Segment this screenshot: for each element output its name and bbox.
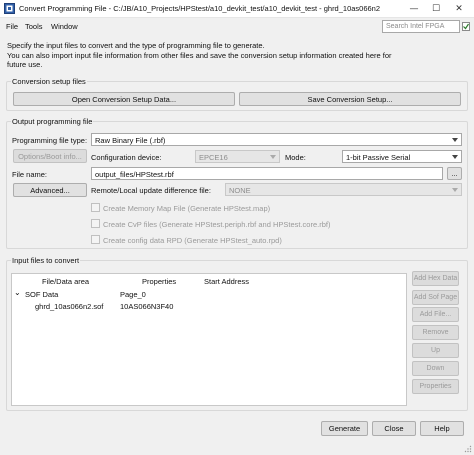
menu-tools[interactable]: Tools <box>25 22 43 31</box>
column-header-properties[interactable]: Properties <box>142 277 176 286</box>
instructions-text: Specify the input files to convert and t… <box>7 41 467 70</box>
instructions-line-3: future use. <box>7 60 43 70</box>
chevron-down-icon <box>452 155 458 159</box>
options-boot-info-button[interactable]: Options/Boot info... <box>13 149 87 163</box>
menu-window[interactable]: Window <box>51 22 78 31</box>
title-bar: Convert Programming File - C:/JB/A10_Pro… <box>0 0 474 18</box>
row-properties: Page_0 <box>120 290 146 299</box>
conversion-setup-title: Conversion setup files <box>11 77 87 86</box>
config-device-value: EPCE16 <box>199 153 228 162</box>
mode-select[interactable]: 1-bit Passive Serial <box>342 150 462 163</box>
close-window-button[interactable]: ✕ <box>451 1 467 17</box>
properties-button[interactable]: Properties <box>412 379 459 394</box>
row-properties: 10AS066N3F40 <box>120 302 174 311</box>
input-files-title: Input files to convert <box>11 256 81 265</box>
column-header-file[interactable]: File/Data area <box>42 277 89 286</box>
memory-map-checkbox[interactable] <box>91 203 100 212</box>
instructions-line-2: You can also import input file informati… <box>7 50 392 60</box>
maximize-button[interactable]: ☐ <box>428 1 444 17</box>
config-rpd-checkbox[interactable] <box>91 235 100 244</box>
add-file-button[interactable]: Add File... <box>412 307 459 322</box>
mode-value: 1-bit Passive Serial <box>346 153 411 162</box>
app-icon <box>4 3 15 14</box>
add-sof-page-button[interactable]: Add Sof Page <box>412 290 459 305</box>
column-header-start-address[interactable]: Start Address <box>204 277 249 286</box>
instructions-line-1: Specify the input files to convert and t… <box>7 41 265 50</box>
output-file-title: Output programming file <box>11 117 94 126</box>
advanced-button[interactable]: Advanced... <box>13 183 87 197</box>
chevron-down-icon <box>270 155 276 159</box>
remote-local-label: Remote/Local update difference file: <box>91 186 211 195</box>
help-button[interactable]: Help <box>420 421 464 436</box>
file-type-value: Raw Binary File (.rbf) <box>95 136 166 145</box>
table-row[interactable]: ghrd_10as066n2.sof 10AS066N3F40 <box>12 300 406 312</box>
expand-chevron-icon[interactable]: ⌄ <box>14 289 21 297</box>
input-files-table[interactable]: File/Data area Properties Start Address … <box>11 273 407 406</box>
chevron-down-icon <box>452 188 458 192</box>
config-device-select[interactable]: EPCE16 <box>195 150 280 163</box>
remote-local-value: NONE <box>229 186 251 195</box>
file-name-input[interactable]: output_files/HPStest.rbf <box>91 167 443 180</box>
close-button[interactable]: Close <box>372 421 416 436</box>
mode-label: Mode: <box>285 153 306 162</box>
config-rpd-label: Create config data RPD (Generate HPStest… <box>103 236 282 245</box>
minimize-button[interactable]: — <box>406 1 422 17</box>
row-name: SOF Data <box>25 290 59 299</box>
file-name-label: File name: <box>12 170 48 179</box>
generate-button[interactable]: Generate <box>321 421 368 436</box>
up-button[interactable]: Up <box>412 343 459 358</box>
add-hex-data-button[interactable]: Add Hex Data <box>412 271 459 286</box>
resize-grip-icon[interactable] <box>464 445 472 453</box>
file-type-label: Programming file type: <box>12 136 88 145</box>
remote-local-select[interactable]: NONE <box>225 183 462 196</box>
chevron-down-icon <box>452 138 458 142</box>
open-conversion-setup-button[interactable]: Open Conversion Setup Data... <box>13 92 235 106</box>
menu-file[interactable]: File <box>6 22 18 31</box>
row-name: ghrd_10as066n2.sof <box>35 302 104 311</box>
down-button[interactable]: Down <box>412 361 459 376</box>
cvp-files-label: Create CvP files (Generate HPStest.perip… <box>103 220 331 229</box>
memory-map-label: Create Memory Map File (Generate HPStest… <box>103 204 271 213</box>
window-title: Convert Programming File - C:/JB/A10_Pro… <box>19 4 381 13</box>
search-input[interactable]: Search Intel FPGA <box>382 20 460 33</box>
config-device-label: Configuration device: <box>91 153 162 162</box>
browse-button[interactable]: ... <box>447 167 462 180</box>
table-row[interactable]: ⌄ SOF Data Page_0 <box>12 288 406 300</box>
save-conversion-setup-button[interactable]: Save Conversion Setup... <box>239 92 461 106</box>
cvp-files-checkbox[interactable] <box>91 219 100 228</box>
file-type-select[interactable]: Raw Binary File (.rbf) <box>91 133 462 146</box>
search-options-icon[interactable] <box>462 22 470 31</box>
remove-button[interactable]: Remove <box>412 325 459 340</box>
